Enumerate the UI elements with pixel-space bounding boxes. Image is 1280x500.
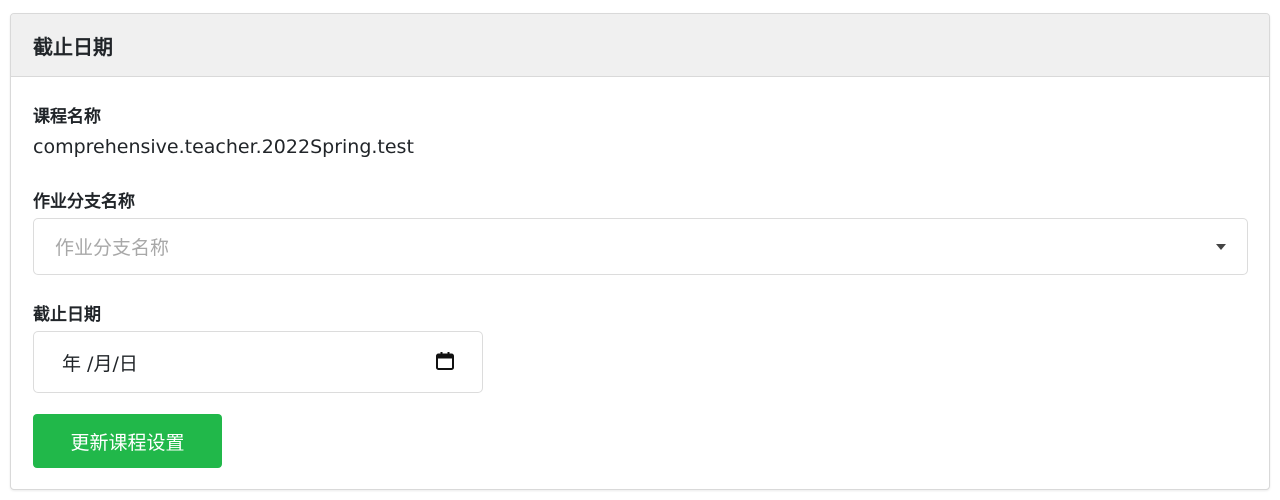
- chevron-down-icon: [1216, 244, 1226, 250]
- deadline-date-input[interactable]: 年 /月/日: [33, 331, 483, 393]
- course-name-value: comprehensive.teacher.2022Spring.test: [33, 136, 414, 158]
- branch-name-label: 作业分支名称: [33, 192, 135, 212]
- branch-name-placeholder: 作业分支名称: [55, 237, 170, 259]
- card-header: 截止日期: [11, 14, 1269, 77]
- deadline-label: 截止日期: [33, 305, 101, 325]
- calendar-icon[interactable]: [435, 351, 455, 371]
- branch-name-select[interactable]: 作业分支名称: [33, 218, 1248, 275]
- deadline-date-value: 年 /月/日: [62, 352, 138, 375]
- deadline-card: 截止日期 课程名称 comprehensive.teacher.2022Spri…: [10, 13, 1270, 490]
- card-title: 截止日期: [33, 34, 113, 59]
- course-name-label: 课程名称: [33, 107, 101, 127]
- update-course-settings-button[interactable]: 更新课程设置: [33, 414, 222, 468]
